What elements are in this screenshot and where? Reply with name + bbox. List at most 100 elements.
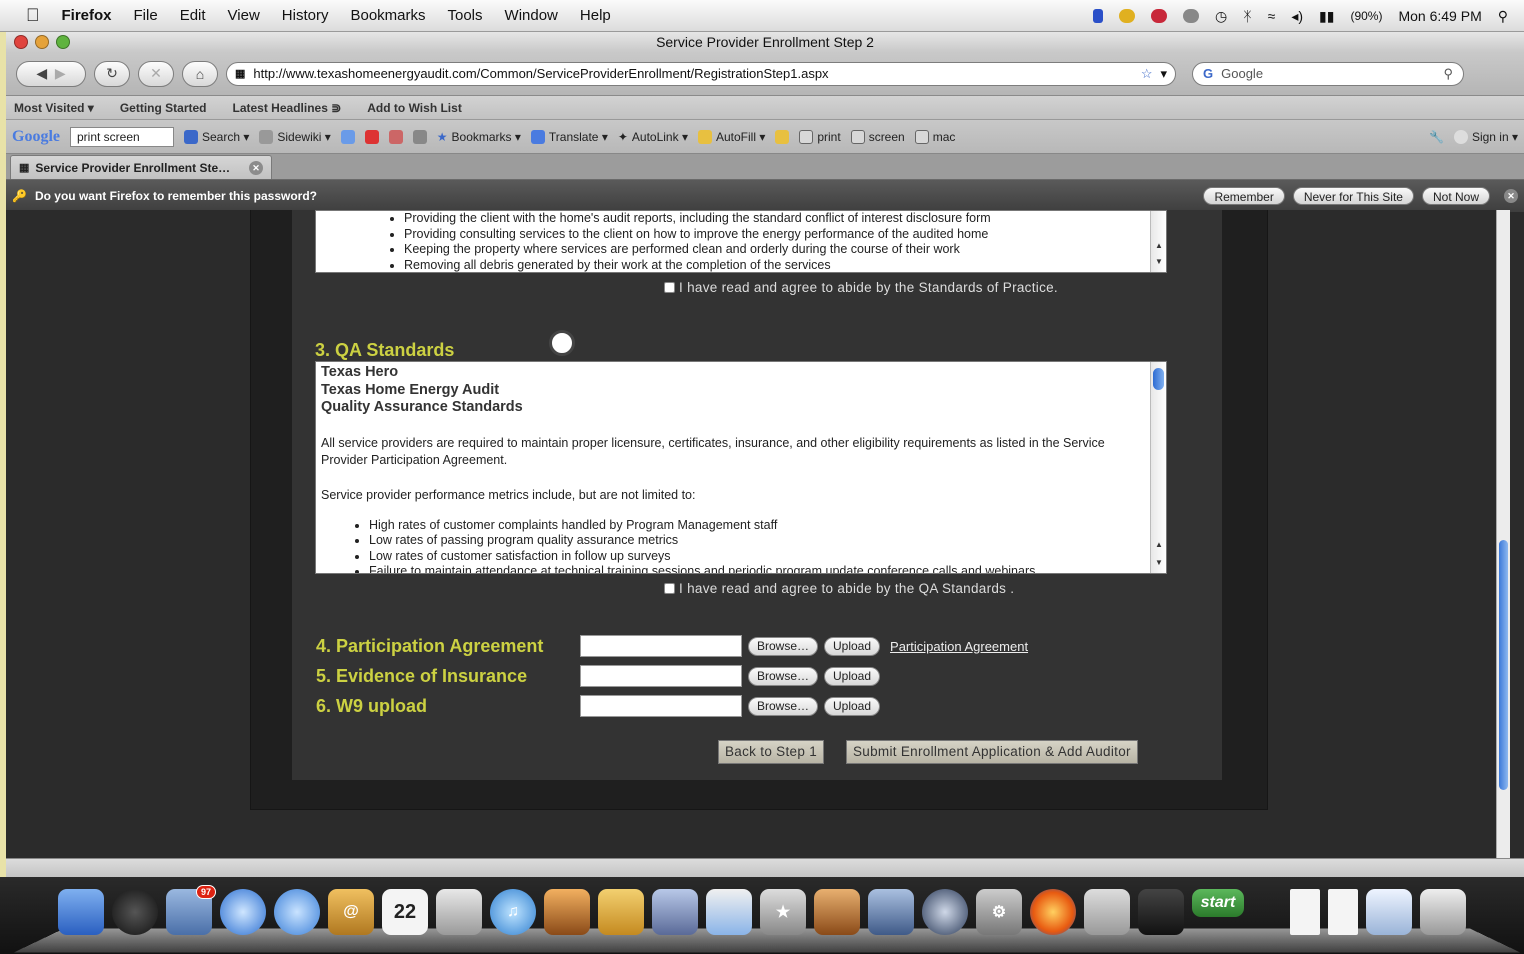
scroll-down-icon[interactable]: ▼ xyxy=(1153,257,1165,267)
menu-firefox[interactable]: Firefox xyxy=(62,7,112,24)
qa-agree-checkbox[interactable] xyxy=(664,583,675,594)
participation-agreement-file-input[interactable] xyxy=(580,635,742,657)
url-bar[interactable]: ▦ http://www.texashomeenergyaudit.com/Co… xyxy=(226,61,1176,86)
close-notification-icon[interactable]: ✕ xyxy=(1504,189,1518,203)
menu-extra-icon[interactable] xyxy=(1093,9,1104,23)
firefox-dock-icon[interactable] xyxy=(1030,889,1076,935)
keynote-icon[interactable] xyxy=(598,889,644,935)
volume-icon[interactable]: ◂) xyxy=(1291,8,1303,25)
back-forward-buttons[interactable]: ◀ ▶ xyxy=(16,60,86,87)
translate-button[interactable]: Translate ▾ xyxy=(530,129,608,144)
participation-agreement-upload-button[interactable]: Upload xyxy=(824,636,881,656)
zoom-window-button[interactable] xyxy=(56,35,70,49)
shopping-cart-icon[interactable] xyxy=(1084,889,1130,935)
close-window-button[interactable] xyxy=(14,35,28,49)
apple-menu-icon[interactable]:  xyxy=(26,5,40,26)
w9-browse-button[interactable]: Browse… xyxy=(748,696,818,716)
shield-red-icon[interactable] xyxy=(1151,9,1168,23)
page-scrollbar[interactable] xyxy=(1496,210,1510,858)
reload-button[interactable]: ↻ xyxy=(94,60,130,87)
scroll-up-icon[interactable]: ▲ xyxy=(1153,540,1165,550)
imovie-icon[interactable]: ★ xyxy=(760,889,806,935)
bookmark-latest-headlines[interactable]: Latest Headlines ⋑ xyxy=(233,101,342,115)
wrench-icon[interactable]: 🔧 xyxy=(1429,130,1444,144)
search-term-screen[interactable]: screen xyxy=(850,129,905,144)
w9-file-input[interactable] xyxy=(580,695,742,717)
menu-tools[interactable]: Tools xyxy=(448,7,483,24)
address-book-icon[interactable]: @ xyxy=(328,889,374,935)
doc-file-icon[interactable] xyxy=(1290,889,1320,935)
pdf-file-icon[interactable] xyxy=(1328,889,1358,935)
qa-standards-box[interactable]: Texas Hero Texas Home Energy Audit Quali… xyxy=(315,361,1167,574)
system-preferences-icon[interactable]: ⚙ xyxy=(976,889,1022,935)
evidence-of-insurance-file-input[interactable] xyxy=(580,665,742,687)
menu-window[interactable]: Window xyxy=(505,7,558,24)
autofill-button[interactable]: AutoFill ▾ xyxy=(697,129,765,144)
evidence-of-insurance-upload-button[interactable]: Upload xyxy=(824,666,881,686)
garageband-icon[interactable] xyxy=(814,889,860,935)
bluetooth-icon[interactable]: ᛡ xyxy=(1243,8,1251,24)
remember-password-button[interactable]: Remember xyxy=(1203,187,1285,205)
back-arrow-icon[interactable]: ◀ xyxy=(36,65,47,82)
gmail-icon[interactable] xyxy=(364,129,379,144)
iphoto-icon[interactable] xyxy=(544,889,590,935)
never-for-this-site-button[interactable]: Never for This Site xyxy=(1292,187,1414,205)
preview-icon[interactable] xyxy=(436,889,482,935)
search-term-mac[interactable]: mac xyxy=(914,129,955,144)
bookmark-star-icon[interactable]: ☆ xyxy=(1141,66,1153,82)
sync-icon[interactable] xyxy=(1183,9,1200,23)
shield-icon[interactable] xyxy=(1119,9,1136,23)
dashboard-icon[interactable] xyxy=(112,889,158,935)
search-icon[interactable]: ⚲ xyxy=(1443,66,1453,82)
history-dropdown-icon[interactable]: ▾ xyxy=(1160,66,1167,82)
printer-icon[interactable] xyxy=(1138,889,1184,935)
home-page-icon[interactable] xyxy=(412,129,427,144)
menu-help[interactable]: Help xyxy=(580,7,611,24)
trash-icon[interactable] xyxy=(1420,889,1466,935)
autolink-button[interactable]: ✦ AutoLink ▾ xyxy=(618,130,688,144)
forward-arrow-icon[interactable]: ▶ xyxy=(55,65,66,82)
search-placeholder[interactable]: Google xyxy=(1221,66,1435,81)
participation-agreement-browse-button[interactable]: Browse… xyxy=(748,636,818,656)
sop-agree-checkbox[interactable] xyxy=(664,282,675,293)
back-to-step-1-button[interactable]: Back to Step 1 xyxy=(718,740,825,764)
w9-upload-button[interactable]: Upload xyxy=(824,696,881,716)
clock[interactable]: Mon 6:49 PM xyxy=(1398,8,1481,24)
qa-scrollbar-thumb[interactable] xyxy=(1153,368,1164,390)
url-text[interactable]: http://www.texashomeenergyaudit.com/Comm… xyxy=(253,66,1132,81)
finder-icon[interactable] xyxy=(58,889,104,935)
standards-of-practice-box[interactable]: Providing the client with the home's aud… xyxy=(315,210,1167,273)
google-bookmarks-button[interactable]: ★ Bookmarks ▾ xyxy=(437,130,521,144)
menu-history[interactable]: History xyxy=(282,7,329,24)
tab-service-provider-enrollment[interactable]: ▦ Service Provider Enrollment Ste… ✕ xyxy=(10,155,272,179)
downloads-stack-icon[interactable] xyxy=(1366,889,1412,935)
tab-close-icon[interactable]: ✕ xyxy=(249,160,263,175)
wifi-icon[interactable]: ≈ xyxy=(1268,8,1276,24)
bookmark-most-visited[interactable]: Most Visited ▾ xyxy=(14,101,94,115)
bookmark-getting-started[interactable]: Getting Started xyxy=(120,101,207,115)
evidence-of-insurance-browse-button[interactable]: Browse… xyxy=(748,666,818,686)
search-engine-icon[interactable]: G xyxy=(1203,66,1213,81)
search-term-print[interactable]: print xyxy=(799,129,841,144)
windows-start-icon[interactable]: start xyxy=(1192,889,1244,917)
menu-bookmarks[interactable]: Bookmarks xyxy=(350,7,425,24)
minimize-window-button[interactable] xyxy=(35,35,49,49)
spaces-icon[interactable] xyxy=(868,889,914,935)
menu-edit[interactable]: Edit xyxy=(180,7,206,24)
highlighter-icon[interactable] xyxy=(775,129,790,144)
search-bar[interactable]: G Google ⚲ xyxy=(1192,61,1464,86)
sop-scrollbar[interactable]: ▲ ▼ xyxy=(1150,211,1166,272)
menu-view[interactable]: View xyxy=(228,7,260,24)
scroll-down-icon[interactable]: ▼ xyxy=(1153,558,1165,568)
home-button[interactable]: ⌂ xyxy=(182,60,218,87)
plus-icon[interactable] xyxy=(340,129,355,144)
bookmark-add-to-wish-list[interactable]: Add to Wish List xyxy=(367,101,462,115)
ical-icon[interactable]: 22 xyxy=(382,889,428,935)
spotlight-search-icon[interactable]: ⚲ xyxy=(1498,8,1508,25)
ichat-icon[interactable] xyxy=(274,889,320,935)
mail-icon[interactable]: 97 xyxy=(166,885,216,935)
stop-button[interactable]: ✕ xyxy=(138,60,174,87)
sidewiki-button[interactable]: Sidewiki ▾ xyxy=(259,129,331,144)
time-machine-icon[interactable]: ◷ xyxy=(1215,8,1227,25)
share-icon[interactable] xyxy=(388,129,403,144)
